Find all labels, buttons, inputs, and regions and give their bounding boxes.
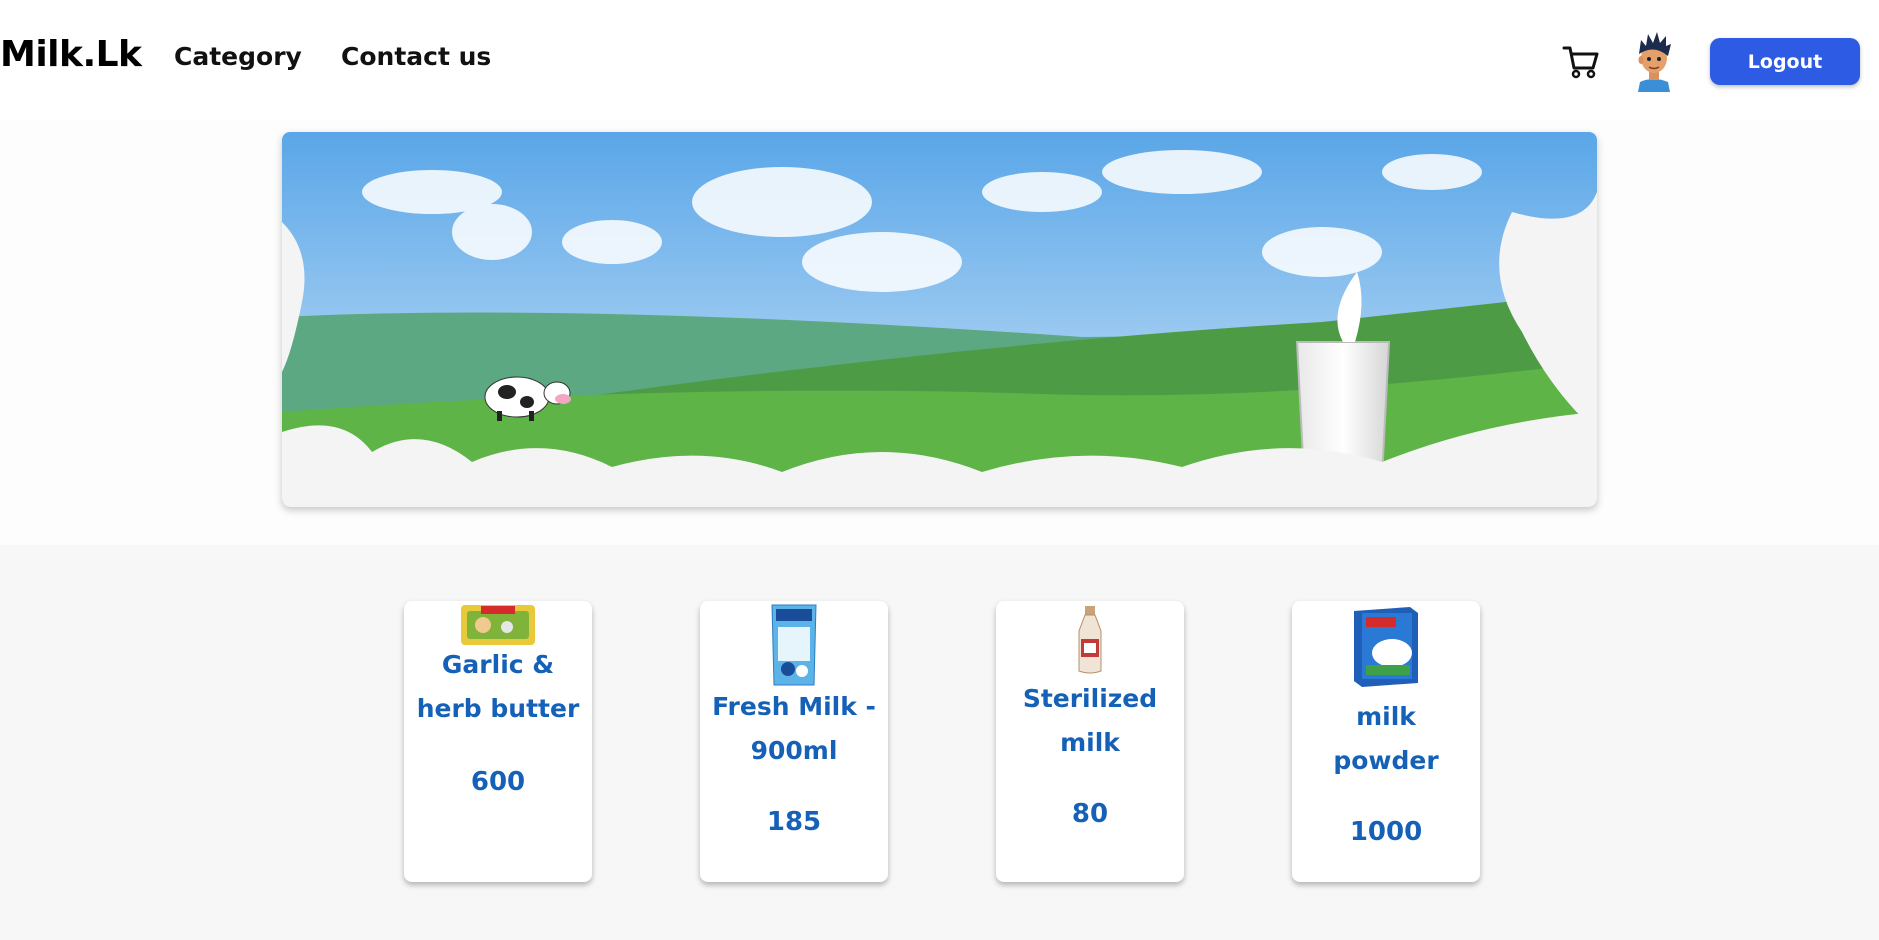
product-card[interactable]: milk powder 1000 <box>1292 601 1480 882</box>
product-card[interactable]: Sterilized milk 80 <box>996 601 1184 882</box>
product-image-milk-bottle <box>1073 605 1107 675</box>
product-price: 80 <box>1071 799 1109 829</box>
product-price: 185 <box>766 807 822 837</box>
hero-banner-image <box>282 132 1597 507</box>
cart-icon[interactable] <box>1562 44 1600 80</box>
product-name: Sterilized milk <box>1022 684 1158 757</box>
hero-section <box>0 120 1879 545</box>
product-card[interactable]: Garlic & herb butter 600 <box>404 601 592 882</box>
nav-category[interactable]: Category <box>174 42 302 71</box>
product-image-milk-pouch <box>768 603 820 687</box>
nav-contact-us[interactable]: Contact us <box>341 42 491 71</box>
header: Milk.Lk Category Contact us Logout <box>0 0 1879 120</box>
brand-logo[interactable]: Milk.Lk <box>0 34 142 75</box>
product-grid: Garlic & herb butter 600 Fresh Milk - 90… <box>0 545 1879 940</box>
user-avatar[interactable] <box>1632 30 1676 92</box>
product-card[interactable]: Fresh Milk - 900ml 185 <box>700 601 888 882</box>
logout-button[interactable]: Logout <box>1710 38 1860 85</box>
product-name: Garlic & herb butter <box>416 650 580 723</box>
product-name: milk powder <box>1333 702 1439 775</box>
product-name: Fresh Milk - 900ml <box>712 692 876 765</box>
product-image-milk-powder <box>1352 605 1420 689</box>
product-price: 600 <box>470 767 526 797</box>
product-image-butter <box>459 603 537 647</box>
product-price: 1000 <box>1349 817 1423 847</box>
